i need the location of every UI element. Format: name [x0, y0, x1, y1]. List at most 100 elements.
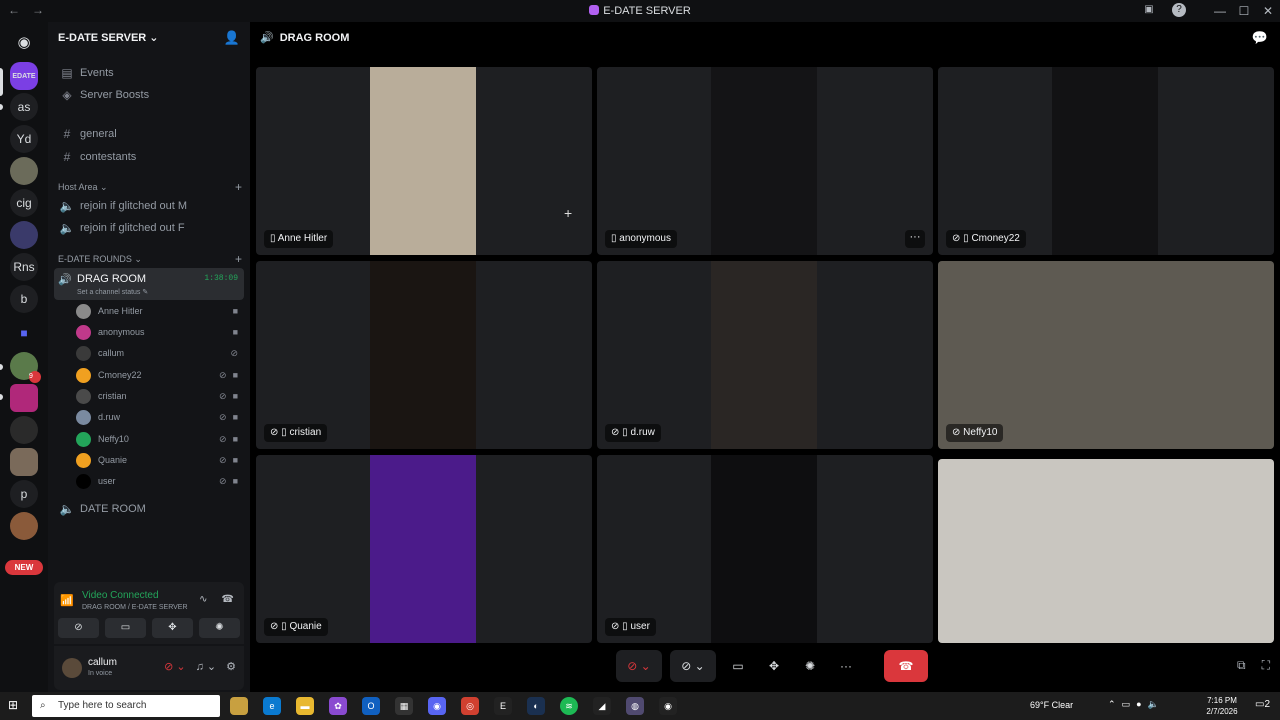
server-avatar-2[interactable] [10, 221, 38, 249]
server-avatar-4[interactable] [10, 384, 38, 412]
add-channel-icon[interactable]: + [235, 252, 242, 266]
taskbar-search[interactable]: ⌕ Type here to search [32, 695, 220, 717]
headphones-icon[interactable]: ♫ ⌄ [196, 660, 217, 673]
voice-user[interactable]: anonymous ■ [76, 322, 240, 342]
chevron-up-icon[interactable]: ⌃ [1108, 699, 1116, 710]
video-tile[interactable]: ⊘ ▯ Cmoney22 [938, 67, 1274, 255]
server-yd[interactable]: Yd [10, 125, 38, 153]
edge-icon[interactable]: e [263, 697, 281, 715]
voice-user[interactable]: d.ruw ⊘ ■ [76, 407, 240, 427]
more-icon[interactable]: ··· [832, 650, 860, 682]
discord-home-icon[interactable]: ◉ [10, 28, 38, 56]
video-tile[interactable]: + ▯ Anne Hitler [256, 67, 592, 255]
server-cig[interactable]: cig [10, 189, 38, 217]
add-member-icon[interactable]: 👤 [224, 30, 240, 46]
screen-share-button[interactable]: ▭ [105, 618, 146, 638]
leave-call-button[interactable]: ☎ [884, 650, 928, 682]
help-icon[interactable]: ? [1172, 3, 1186, 17]
video-tile[interactable]: ⊘ Neffy10 [938, 261, 1274, 449]
screen-share-icon[interactable]: ▭ [724, 650, 752, 682]
file-explorer-icon[interactable]: ▬ [296, 697, 314, 715]
server-p[interactable]: p [10, 480, 38, 508]
channel-drag-room[interactable]: 🔊 DRAG ROOM 1:38:09 Set a channel status… [54, 268, 244, 300]
server-avatar-3[interactable]: 9 [10, 352, 41, 383]
server-avatar-5[interactable] [10, 416, 38, 444]
more-options-icon[interactable]: ··· [905, 230, 925, 248]
voice-user[interactable]: callum ⊘ [76, 343, 240, 363]
server-boosts-item[interactable]: ◈ Server Boosts [54, 85, 244, 105]
soundboard-button[interactable]: ✺ [199, 618, 240, 638]
voice-user[interactable]: Anne Hitler ■ [76, 301, 240, 321]
network-icon[interactable]: ▭ [1122, 699, 1131, 710]
server-b[interactable]: b [10, 285, 38, 313]
app-icon[interactable] [230, 697, 248, 715]
video-tile[interactable] [938, 459, 1274, 643]
maximize-button[interactable]: ☐ [1232, 0, 1256, 22]
weather-widget[interactable]: 69°F Clear [1030, 700, 1073, 710]
mic-icon[interactable]: ● [1136, 699, 1141, 710]
category-edate-rounds[interactable]: E-DATE ROUNDS ⌄ + [58, 252, 242, 266]
spotify-icon[interactable]: ≋ [560, 697, 578, 715]
close-button[interactable]: ✕ [1256, 0, 1280, 22]
channel-contestants[interactable]: # contestants [54, 147, 244, 167]
outlook-icon[interactable]: O [362, 697, 380, 715]
server-rns[interactable]: Rns [10, 253, 38, 281]
soundboard-icon[interactable]: ✺ [796, 650, 824, 682]
voice-user[interactable]: Quanie ⊘ ■ [76, 450, 240, 470]
server-avatar-7[interactable] [10, 512, 38, 540]
server-avatar-1[interactable] [10, 157, 38, 185]
steam-icon[interactable]: ◐ [527, 697, 545, 715]
camera-toggle-button[interactable]: ⊘ ⌄ [670, 650, 716, 682]
folder-icon[interactable]: ■ [10, 319, 38, 347]
video-tile[interactable]: ⊘ ▯ cristian [256, 261, 592, 449]
activities-button[interactable]: ✥ [152, 618, 193, 638]
fullscreen-icon[interactable]: ⛶ [1262, 658, 1270, 673]
camera-off-button[interactable]: ⊘ [58, 618, 99, 638]
voice-user[interactable]: Neffy10 ⊘ ■ [76, 429, 240, 449]
store-icon[interactable]: ▦ [395, 697, 413, 715]
voice-user[interactable]: cristian ⊘ ■ [76, 386, 240, 406]
avatar[interactable] [62, 658, 82, 678]
mic-toggle-button[interactable]: ⊘ ⌄ [616, 650, 662, 682]
epic-icon[interactable]: E [494, 697, 512, 715]
app-icon[interactable]: ◍ [626, 697, 644, 715]
mic-muted-icon[interactable]: ⊘ ⌄ [164, 660, 186, 673]
copilot-icon[interactable]: ✿ [329, 697, 347, 715]
app-icon[interactable]: ◉ [659, 697, 677, 715]
server-avatar-6[interactable] [10, 448, 38, 476]
video-tile[interactable]: ⊘ ▯ Quanie [256, 455, 592, 643]
volume-icon[interactable]: 🔈 [1148, 699, 1159, 710]
noise-suppression-icon[interactable]: ∿ [199, 594, 207, 605]
server-edate[interactable]: EDATE [10, 62, 38, 90]
activities-icon[interactable]: ✥ [760, 650, 788, 682]
channel-status[interactable]: Set a channel status ✎ [77, 288, 148, 296]
voice-status[interactable]: Video Connected [82, 590, 159, 601]
channel-date-room[interactable]: 🔈 DATE ROOM [54, 499, 244, 519]
inbox-icon[interactable]: ▣ [1142, 3, 1156, 17]
video-tile[interactable]: ⊘ ▯ user [597, 455, 933, 643]
video-tile[interactable]: ⊘ ▯ d.ruw [597, 261, 933, 449]
channel-general[interactable]: # general [54, 124, 244, 144]
capcut-icon[interactable]: ◢ [593, 697, 611, 715]
popout-icon[interactable]: ⧉ [1237, 658, 1246, 673]
category-host-area[interactable]: Host Area ⌄ + [58, 180, 242, 194]
channel-rejoin-m[interactable]: 🔈 rejoin if glitched out M [54, 196, 244, 216]
voice-user[interactable]: user ⊘ ■ [76, 471, 240, 491]
channel-rejoin-f[interactable]: 🔈 rejoin if glitched out F [54, 218, 244, 238]
settings-gear-icon[interactable]: ⚙ [226, 660, 236, 673]
new-badge[interactable]: NEW [5, 560, 43, 575]
events-item[interactable]: ▤ Events [54, 63, 244, 83]
voice-user[interactable]: Cmoney22 ⊘ ■ [76, 365, 240, 385]
minimize-button[interactable]: — [1208, 0, 1232, 22]
taskbar-clock[interactable]: 7:16 PM 2/7/2026 [1200, 695, 1244, 717]
chat-bubble-icon[interactable]: 💬 [1252, 30, 1268, 46]
server-as[interactable]: as [10, 93, 38, 121]
video-tile[interactable]: ▯ anonymous ··· [597, 67, 933, 255]
windows-start-icon[interactable]: ⊞ [8, 698, 18, 712]
discord-icon[interactable]: ◉ [428, 697, 446, 715]
chrome-icon[interactable]: ◎ [461, 697, 479, 715]
disconnect-icon[interactable]: ☎ [222, 594, 234, 605]
server-header[interactable]: E-DATE SERVER ⌄ 👤 [48, 22, 250, 54]
add-channel-icon[interactable]: + [235, 180, 242, 194]
notification-icon[interactable]: ▭2 [1255, 699, 1270, 710]
